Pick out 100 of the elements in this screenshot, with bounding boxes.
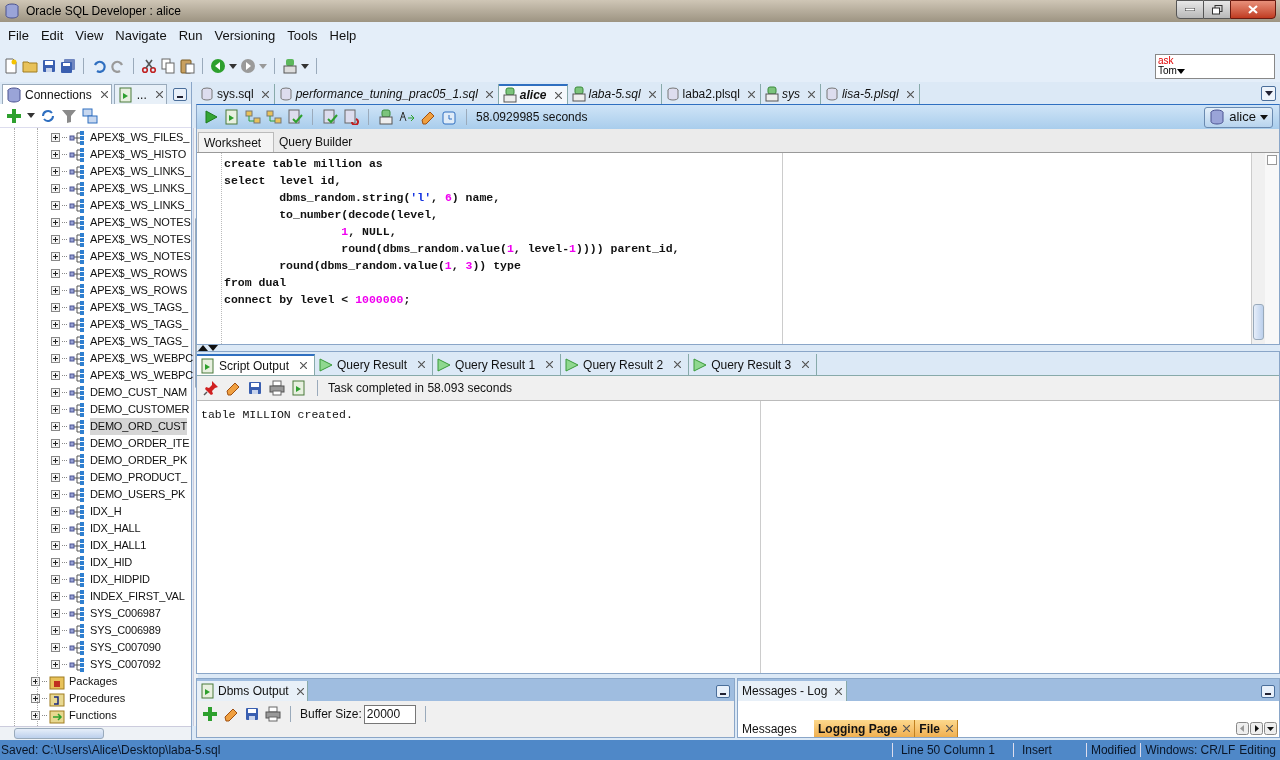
- expand-icon[interactable]: [51, 405, 60, 414]
- expand-icon[interactable]: [51, 541, 60, 550]
- editor-tab[interactable]: sys.sql: [196, 84, 275, 104]
- panel-tab[interactable]: Connections: [2, 84, 112, 104]
- horizontal-scrollbar[interactable]: [0, 726, 191, 740]
- expand-icon[interactable]: [51, 320, 60, 329]
- tree-item[interactable]: SYS_C006989: [90, 622, 161, 639]
- expand-icon[interactable]: [31, 694, 40, 703]
- tree-item[interactable]: APEX$_WS_NOTES: [90, 231, 191, 248]
- expand-icon[interactable]: [51, 371, 60, 380]
- tree-item[interactable]: IDX_HIDPID: [90, 571, 150, 588]
- expand-icon[interactable]: [51, 337, 60, 346]
- close-icon[interactable]: [835, 687, 843, 695]
- dropdown-icon[interactable]: [1176, 68, 1185, 74]
- expand-icon[interactable]: [51, 558, 60, 567]
- vertical-scrollbar[interactable]: [1251, 153, 1265, 344]
- close-icon[interactable]: [903, 725, 911, 732]
- expand-icon[interactable]: [51, 133, 60, 142]
- tree-item[interactable]: APEX$_WS_LINKS_: [90, 163, 191, 180]
- eraser-icon[interactable]: [225, 380, 241, 396]
- save-icon[interactable]: [41, 58, 57, 74]
- autotrace-icon[interactable]: [245, 109, 261, 125]
- expand-icon[interactable]: [51, 473, 60, 482]
- tree-item[interactable]: APEX$_WS_ROWS: [90, 265, 188, 282]
- tree-item[interactable]: APEX$_WS_TAGS_: [90, 333, 188, 350]
- worksheet-tab[interactable]: Query Builder: [274, 132, 358, 152]
- expand-icon[interactable]: [51, 354, 60, 363]
- eraser-icon[interactable]: [223, 706, 239, 722]
- worksheet-tab[interactable]: Worksheet: [198, 132, 274, 152]
- commit-icon[interactable]: [322, 109, 338, 125]
- tree-item[interactable]: APEX$_WS_TAGS_: [90, 299, 188, 316]
- undo-icon[interactable]: [91, 58, 107, 74]
- tree-item[interactable]: DEMO_ORDER_ITE: [90, 435, 190, 452]
- tree-item[interactable]: APEX$_WS_NOTES: [90, 248, 191, 265]
- expand-icon[interactable]: [31, 677, 40, 686]
- script-icon[interactable]: [291, 380, 307, 396]
- minimize-button[interactable]: [1176, 0, 1204, 19]
- expand-icon[interactable]: [51, 609, 60, 618]
- tree-item[interactable]: SYS_C007090: [90, 639, 161, 656]
- expand-icon[interactable]: [51, 422, 60, 431]
- panel-tab[interactable]: Messages - Log: [738, 681, 848, 701]
- log-tab[interactable]: File: [915, 720, 958, 737]
- tree-item[interactable]: DEMO_ORDER_PK: [90, 452, 188, 469]
- tree-item[interactable]: INDEX_FIRST_VAL: [90, 588, 185, 605]
- tree-item[interactable]: IDX_HID: [90, 554, 132, 571]
- minimize-panel-button[interactable]: [1261, 685, 1275, 698]
- editor-tab[interactable]: performance_tuning_prac05_1.sql: [274, 84, 499, 104]
- caret-icon[interactable]: [1260, 114, 1268, 120]
- menu-item[interactable]: Tools: [282, 26, 323, 46]
- caret-icon[interactable]: [1264, 91, 1273, 96]
- buffer-size-field[interactable]: 20000: [363, 704, 416, 724]
- tree-item[interactable]: Packages: [69, 673, 118, 690]
- tree-item[interactable]: Functions: [69, 707, 117, 724]
- save-icon[interactable]: [247, 380, 263, 396]
- tree-item[interactable]: APEX$_WS_WEBPC: [90, 367, 193, 384]
- connection-selector[interactable]: alice: [1204, 106, 1273, 128]
- output-tab[interactable]: Query Result: [315, 354, 434, 375]
- expand-icon[interactable]: [51, 524, 60, 533]
- panel-tab[interactable]: ...: [113, 84, 167, 104]
- restore-button[interactable]: [1204, 0, 1230, 19]
- print-icon[interactable]: [269, 380, 285, 396]
- tree-item[interactable]: DEMO_PRODUCT_: [90, 469, 188, 486]
- close-icon[interactable]: [485, 90, 493, 98]
- rollback-icon[interactable]: [343, 109, 359, 125]
- tree-item[interactable]: DEMO_ORD_CUST: [90, 418, 188, 435]
- run-icon[interactable]: [203, 109, 219, 125]
- explain-plan-icon[interactable]: [266, 109, 282, 125]
- refresh-icon[interactable]: [40, 107, 56, 124]
- menu-item[interactable]: File: [3, 26, 34, 46]
- menu-item[interactable]: Edit: [35, 26, 69, 46]
- add-icon[interactable]: [6, 107, 22, 124]
- report-icon[interactable]: [117, 86, 134, 103]
- menu-item[interactable]: Navigate: [110, 26, 172, 46]
- tree-item[interactable]: APEX$_WS_TAGS_: [90, 316, 188, 333]
- tree-item[interactable]: IDX_HALL1: [90, 537, 147, 554]
- tree-item[interactable]: SYS_C006987: [90, 605, 161, 622]
- sql-worksheet-icon[interactable]: [282, 58, 298, 74]
- editor-tab[interactable]: laba-5.sql: [567, 84, 662, 104]
- expand-icon[interactable]: [51, 626, 60, 635]
- editor-tab[interactable]: sys: [760, 84, 821, 104]
- close-icon[interactable]: [155, 91, 163, 98]
- close-icon[interactable]: [554, 91, 562, 99]
- close-icon[interactable]: [674, 361, 682, 368]
- close-icon[interactable]: [546, 361, 554, 368]
- tree-item[interactable]: APEX$_WS_LINKS_: [90, 180, 191, 197]
- expand-icon[interactable]: [31, 711, 40, 720]
- tree-item[interactable]: APEX$_WS_LINKS_: [90, 197, 191, 214]
- expand-icon[interactable]: [51, 150, 60, 159]
- add-icon[interactable]: [202, 706, 218, 722]
- minimize-panel-button[interactable]: [716, 685, 730, 698]
- close-icon[interactable]: [300, 362, 308, 369]
- menu-item[interactable]: Versioning: [209, 26, 281, 46]
- tree-item[interactable]: SYS_C007092: [90, 656, 161, 673]
- tree-item[interactable]: DEMO_CUSTOMER: [90, 401, 190, 418]
- expand-icon[interactable]: [51, 439, 60, 448]
- expand-icon[interactable]: [51, 388, 60, 397]
- copy-icon[interactable]: [160, 58, 176, 74]
- ask-tom-box[interactable]: ask Tom: [1155, 53, 1275, 79]
- expand-icon[interactable]: [51, 575, 60, 584]
- split-box[interactable]: [1267, 155, 1277, 165]
